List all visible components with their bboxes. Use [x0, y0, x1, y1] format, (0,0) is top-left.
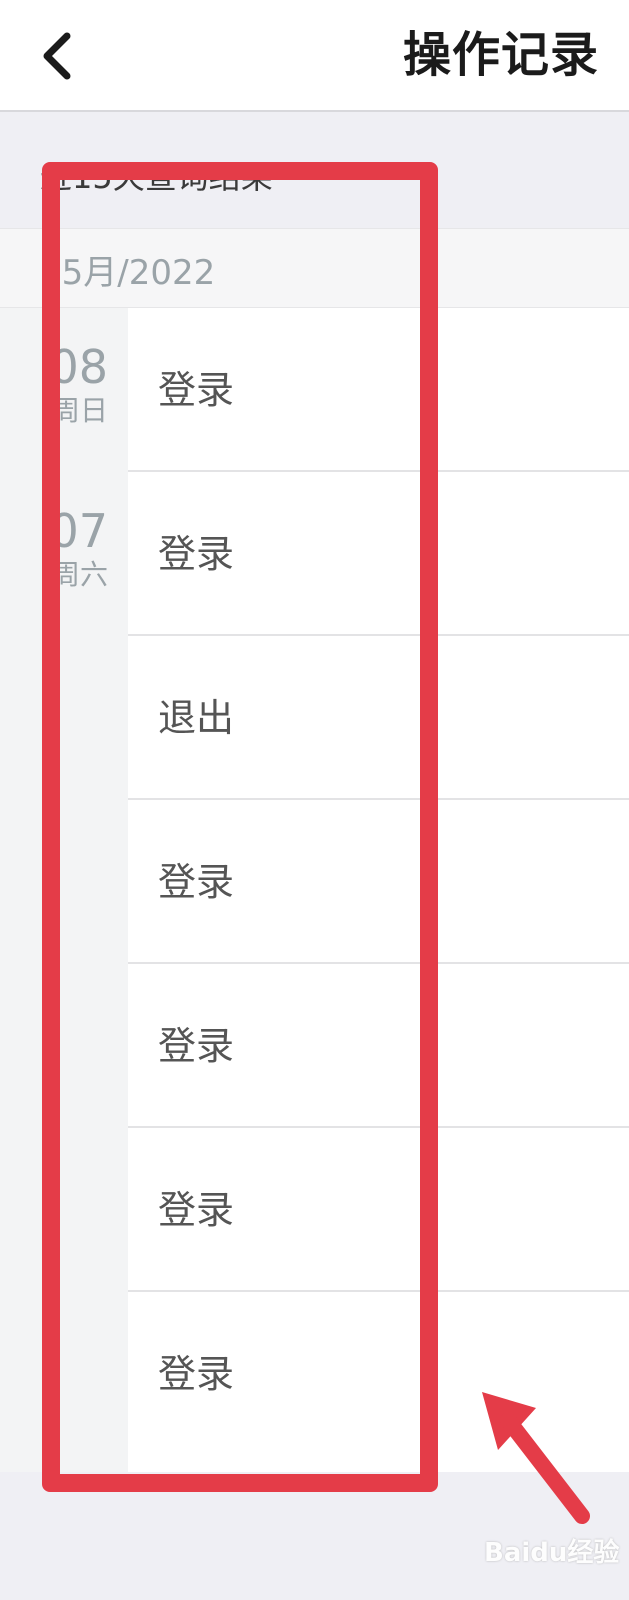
chevron-left-icon — [43, 32, 71, 80]
page-title: 操作记录 — [402, 27, 599, 83]
app-header: 操作记录 — [0, 0, 629, 112]
highlight-box — [42, 162, 438, 1492]
back-button[interactable] — [22, 18, 92, 94]
watermark: Baidu经验 — [484, 1538, 620, 1568]
arrow-icon — [482, 1392, 590, 1524]
